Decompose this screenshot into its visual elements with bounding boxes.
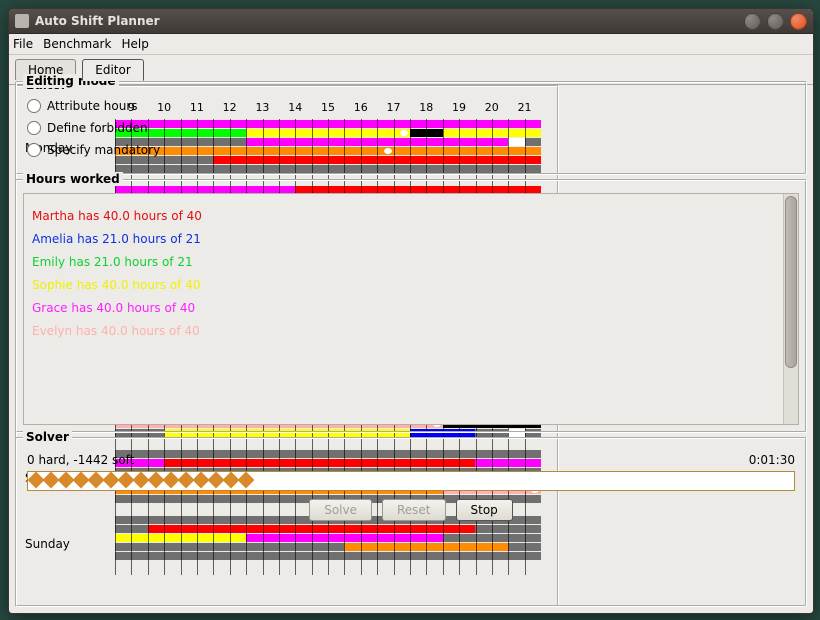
solver-panel: Solver 0 hard, -1442 soft 0:01:30 Solve … — [15, 437, 807, 607]
menu-file[interactable]: File — [13, 37, 33, 51]
hours-worked-label: Hours worked — [23, 172, 123, 186]
close-button[interactable] — [790, 13, 807, 30]
radio-dot-icon — [27, 143, 41, 157]
radio-define-forbidden[interactable]: Define forbidden — [27, 117, 795, 139]
menubar: File Benchmark Help — [9, 34, 813, 55]
hours-worked-list: Martha has 40.0 hours of 40 Amelia has 21… — [24, 194, 798, 353]
hours-worked-item: Martha has 40.0 hours of 40 — [32, 209, 790, 223]
menu-help[interactable]: Help — [121, 37, 148, 51]
solver-label: Solver — [23, 430, 72, 444]
solve-button[interactable]: Solve — [309, 499, 372, 521]
window-title: Auto Shift Planner — [35, 14, 738, 28]
radio-label: Define forbidden — [47, 121, 148, 135]
hours-worked-item: Sophie has 40.0 hours of 40 — [32, 278, 790, 292]
radio-dot-icon — [27, 99, 41, 113]
hours-worked-scrollbar[interactable] — [783, 194, 798, 424]
radio-attribute-hours[interactable]: Attribute hours — [27, 95, 795, 117]
editing-mode-panel: Editing mode Attribute hoursDefine forbi… — [15, 81, 807, 175]
titlebar: Auto Shift Planner — [9, 9, 813, 34]
hours-worked-item: Grace has 40.0 hours of 40 — [32, 301, 790, 315]
tab-editor[interactable]: Editor — [82, 59, 144, 81]
solver-progress — [27, 471, 795, 491]
solver-time: 0:01:30 — [749, 453, 795, 467]
radio-specify-mandatory[interactable]: Specify mandatory — [27, 139, 795, 161]
solver-score: 0 hard, -1442 soft — [27, 453, 134, 467]
hours-worked-item: Emily has 21.0 hours of 21 — [32, 255, 790, 269]
hours-worked-item: Evelyn has 40.0 hours of 40 — [32, 324, 790, 338]
radio-dot-icon — [27, 121, 41, 135]
stop-button[interactable]: Stop — [456, 499, 513, 521]
menu-benchmark[interactable]: Benchmark — [43, 37, 111, 51]
app-window: Auto Shift Planner File Benchmark Help H… — [8, 8, 814, 614]
minimize-button[interactable] — [744, 13, 761, 30]
maximize-button[interactable] — [767, 13, 784, 30]
scrollbar-thumb[interactable] — [785, 196, 797, 368]
reset-button[interactable]: Reset — [382, 499, 446, 521]
hours-worked-item: Amelia has 21.0 hours of 21 — [32, 232, 790, 246]
radio-label: Specify mandatory — [47, 143, 160, 157]
app-icon — [15, 14, 29, 28]
hours-worked-panel: Hours worked Martha has 40.0 hours of 40… — [15, 179, 807, 433]
radio-label: Attribute hours — [47, 99, 138, 113]
